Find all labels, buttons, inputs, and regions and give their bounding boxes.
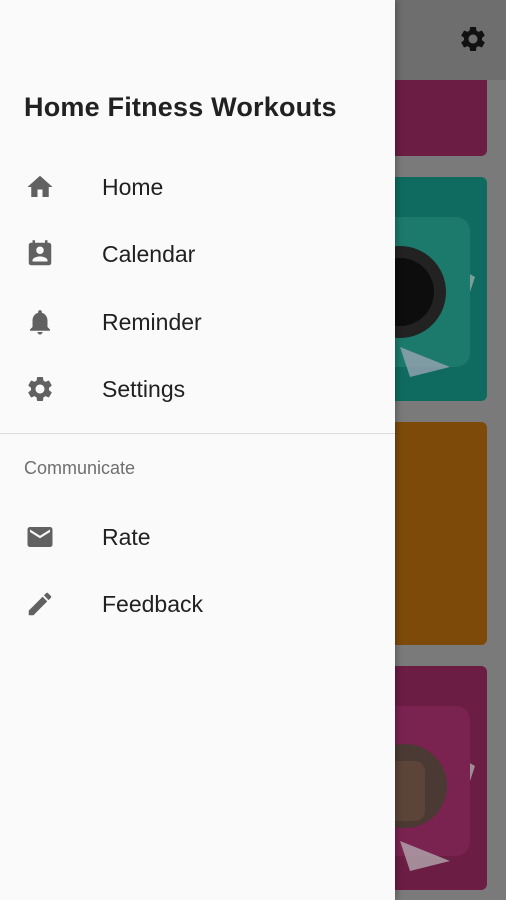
drawer-item-label: Feedback <box>102 590 204 617</box>
section-header-communicate: Communicate <box>24 458 136 478</box>
navigation-drawer: Home Fitness Workouts Home Calendar Remi… <box>0 0 395 900</box>
bell-icon <box>24 306 56 338</box>
drawer-item-home[interactable]: Home <box>0 156 395 218</box>
email-icon <box>24 521 56 553</box>
drawer-item-rate[interactable]: Rate <box>0 506 395 568</box>
drawer-item-settings[interactable]: Settings <box>0 358 395 420</box>
drawer-item-label: Rate <box>102 523 151 550</box>
home-icon <box>24 171 56 203</box>
drawer-title: Home Fitness Workouts <box>24 92 337 122</box>
pencil-icon <box>24 588 56 620</box>
drawer-item-feedback[interactable]: Feedback <box>0 573 395 635</box>
drawer-item-label: Home <box>102 173 164 200</box>
drawer-item-label: Calendar <box>102 240 196 267</box>
drawer-item-label: Settings <box>102 375 186 402</box>
calendar-contact-icon <box>24 238 56 270</box>
divider <box>0 433 395 434</box>
gear-icon <box>24 373 56 405</box>
drawer-item-reminder[interactable]: Reminder <box>0 291 395 353</box>
drawer-item-label: Reminder <box>102 308 202 335</box>
drawer-item-calendar[interactable]: Calendar <box>0 223 395 285</box>
